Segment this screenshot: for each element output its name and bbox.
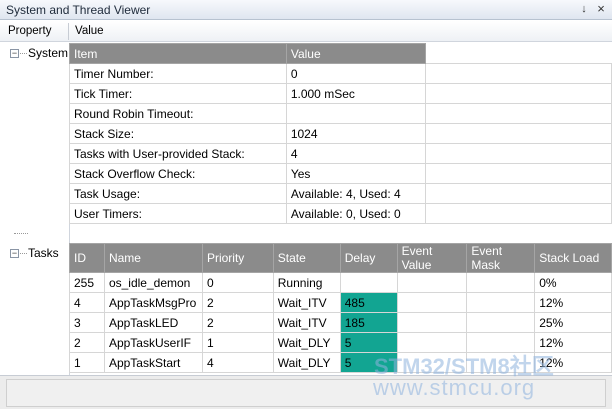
- property-value: [285, 103, 426, 124]
- watermark-url: www.stmcu.org: [373, 375, 536, 400]
- task-cell: AppTaskStart: [103, 352, 203, 373]
- task-cell: 485: [339, 292, 398, 313]
- system-properties-table: Item Value Timer Number: 0 Tick Timer: 1.000…: [69, 43, 612, 244]
- row-filler: [424, 123, 612, 144]
- property-name: Task Usage:: [69, 183, 287, 204]
- table-row[interactable]: 3 AppTaskLED 2 Wait_ITV 185 25%: [69, 312, 612, 333]
- row-filler: [424, 203, 612, 224]
- tree-connector: [20, 53, 27, 54]
- property-name: Stack Size:: [69, 123, 287, 144]
- tree-connector: [14, 233, 28, 234]
- table-row[interactable]: Tick Timer: 1.000 mSec: [69, 83, 612, 104]
- property-name: Tick Timer:: [69, 83, 287, 104]
- system-table-header[interactable]: Item: [69, 43, 287, 64]
- property-name: Round Robin Timeout:: [69, 103, 287, 124]
- tasks-table-header[interactable]: Delay: [339, 243, 398, 273]
- task-cell: [466, 312, 536, 333]
- system-table-header-blank: [425, 43, 612, 64]
- tasks-expander-icon[interactable]: −: [10, 249, 19, 258]
- task-cell: Wait_ITV: [272, 292, 341, 313]
- column-header: Property Value: [0, 21, 612, 42]
- task-cell: 2: [69, 332, 105, 353]
- property-value: 0: [285, 63, 426, 84]
- task-cell: 4: [69, 292, 105, 313]
- property-value: 4: [285, 143, 426, 164]
- tree-panel: − System − Tasks: [0, 43, 69, 375]
- task-cell: 255: [69, 272, 105, 293]
- tree-connector: [20, 253, 27, 254]
- property-value: 1.000 mSec: [285, 83, 426, 104]
- tree-node-tasks[interactable]: Tasks: [28, 246, 59, 260]
- system-table-header[interactable]: Value: [285, 43, 426, 64]
- property-value: Available: 0, Used: 0: [285, 203, 426, 224]
- task-cell: [396, 272, 468, 293]
- task-cell: 1: [201, 332, 274, 353]
- column-separator[interactable]: [68, 23, 69, 40]
- task-cell: os_idle_demon: [103, 272, 203, 293]
- task-cell: 2: [201, 292, 274, 313]
- task-cell: 185: [339, 312, 398, 333]
- table-row[interactable]: User Timers: Available: 0, Used: 0: [69, 203, 612, 224]
- property-name: Tasks with User-provided Stack:: [69, 143, 287, 164]
- close-icon[interactable]: ×: [594, 2, 608, 16]
- tasks-table-header[interactable]: ID: [69, 243, 105, 273]
- task-cell: AppTaskLED: [103, 312, 203, 333]
- window-title: System and Thread Viewer: [6, 3, 151, 17]
- system-expander-icon[interactable]: −: [10, 49, 19, 58]
- title-bar: System and Thread Viewer ↓ ×: [0, 0, 612, 20]
- property-value: Available: 4, Used: 4: [285, 183, 426, 204]
- task-cell: Wait_ITV: [272, 312, 341, 333]
- table-row[interactable]: Round Robin Timeout:: [69, 103, 612, 124]
- tasks-table-header[interactable]: Name: [103, 243, 203, 273]
- tasks-table-header[interactable]: State: [272, 243, 341, 273]
- task-cell: [466, 272, 536, 293]
- property-name: Stack Overflow Check:: [69, 163, 287, 184]
- spacer: [69, 223, 612, 244]
- task-cell: 4: [201, 352, 274, 373]
- pin-icon[interactable]: ↓: [577, 2, 591, 16]
- table-row[interactable]: Stack Size: 1024: [69, 123, 612, 144]
- table-row[interactable]: Stack Overflow Check: Yes: [69, 163, 612, 184]
- task-cell: 0: [201, 272, 274, 293]
- property-column-header[interactable]: Property: [8, 25, 51, 37]
- tree-node-system[interactable]: System: [28, 46, 68, 60]
- task-cell: AppTaskUserIF: [103, 332, 203, 353]
- table-row[interactable]: Tasks with User-provided Stack: 4: [69, 143, 612, 164]
- row-filler: [424, 103, 612, 124]
- task-cell: 3: [69, 312, 105, 333]
- property-name: User Timers:: [69, 203, 287, 224]
- property-name: Timer Number:: [69, 63, 287, 84]
- row-filler: [424, 163, 612, 184]
- tasks-table-header[interactable]: Stack Load: [534, 243, 612, 273]
- row-filler: [424, 183, 612, 204]
- row-filler: [424, 63, 612, 84]
- task-cell: [396, 292, 468, 313]
- row-filler: [424, 143, 612, 164]
- task-cell: Wait_DLY: [272, 332, 341, 353]
- value-column-header[interactable]: Value: [75, 25, 104, 37]
- tasks-table-header[interactable]: Priority: [201, 243, 274, 273]
- table-row[interactable]: Timer Number: 0: [69, 63, 612, 84]
- task-cell: 2: [201, 312, 274, 333]
- property-value: 1024: [285, 123, 426, 144]
- table-row[interactable]: 255 os_idle_demon 0 Running 0%: [69, 272, 612, 293]
- task-cell: Running: [272, 272, 341, 293]
- task-cell: Wait_DLY: [272, 352, 341, 373]
- tasks-table-header[interactable]: Event Value: [396, 243, 468, 273]
- table-row[interactable]: 4 AppTaskMsgPro 2 Wait_ITV 485 12%: [69, 292, 612, 313]
- task-cell: 25%: [534, 312, 612, 333]
- row-filler: [424, 83, 612, 104]
- task-cell: [466, 292, 536, 313]
- task-cell: AppTaskMsgPro: [103, 292, 203, 313]
- task-cell: 12%: [534, 292, 612, 313]
- task-cell: 0%: [534, 272, 612, 293]
- property-value: Yes: [285, 163, 426, 184]
- tasks-table-header[interactable]: Event Mask: [466, 243, 536, 273]
- table-row[interactable]: Task Usage: Available: 4, Used: 4: [69, 183, 612, 204]
- task-cell: [396, 312, 468, 333]
- task-cell: 1: [69, 352, 105, 373]
- task-cell: [339, 272, 398, 293]
